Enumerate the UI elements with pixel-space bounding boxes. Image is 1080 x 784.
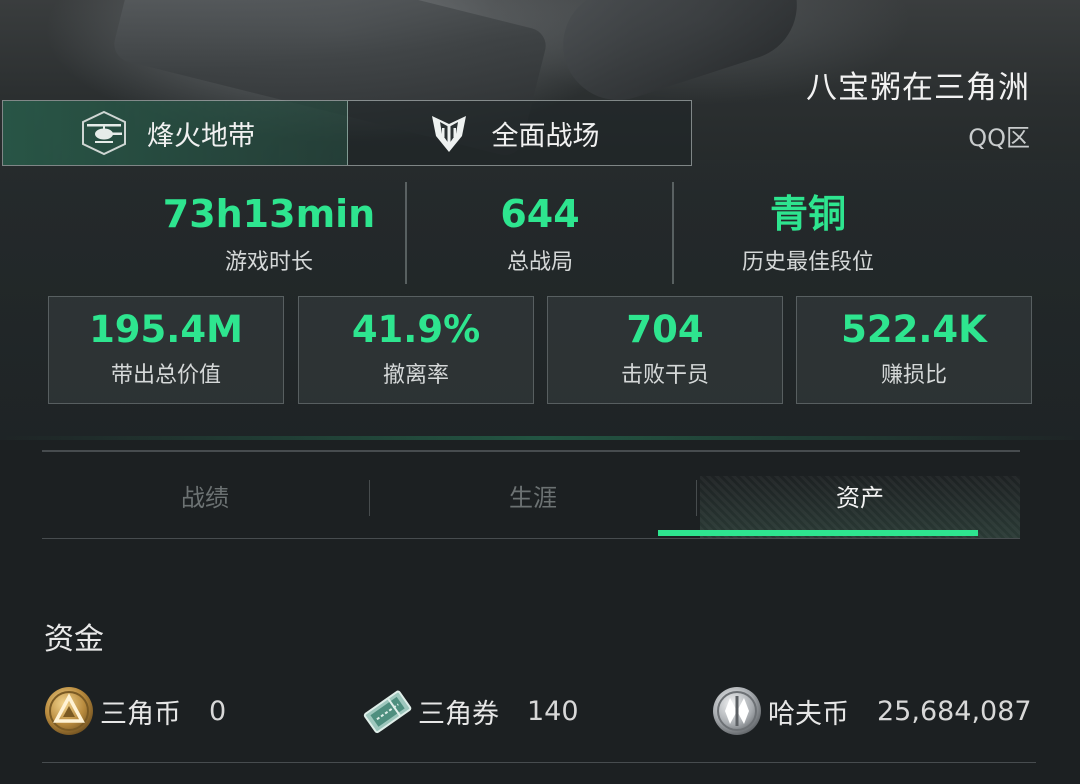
content-tabs: 战绩 生涯 资产: [42, 450, 1020, 540]
card-extract-rate: 41.9% 撤离率: [298, 296, 534, 404]
stat-label: 游戏时长: [224, 250, 313, 275]
currency-name: 三角券: [418, 698, 499, 730]
mode-tab-label: 全面战场: [491, 120, 600, 152]
funds-title: 资金: [44, 622, 104, 657]
card-label: 击败干员: [620, 363, 709, 388]
card-value: 195.4M: [89, 308, 243, 351]
stat-value: 73h13min: [162, 192, 376, 236]
stat-best-rank: 青铜 历史最佳段位: [688, 178, 928, 276]
card-label: 赚损比: [880, 363, 947, 388]
currency-value: 25,684,087: [877, 695, 1032, 727]
currency-haf-coin: 哈夫币 25,684,087: [710, 684, 1032, 738]
divider: [672, 182, 674, 284]
currency-value: 140: [527, 695, 579, 727]
card-value: 704: [626, 308, 704, 351]
shield-emblem-icon: [424, 110, 474, 156]
mode-tab-label: 烽火地带: [147, 120, 255, 152]
tabs-bottom-border: [42, 538, 1020, 539]
card-label: 撤离率: [382, 363, 449, 388]
operator-artwork: [548, 0, 812, 115]
stat-value: 644: [500, 192, 580, 236]
currency-triangle-coin: 三角币 0: [42, 684, 226, 738]
card-value: 522.4K: [841, 308, 987, 351]
active-tab-indicator: [658, 530, 978, 536]
currency-name: 哈夫币: [768, 698, 849, 730]
card-extract-value: 195.4M 带出总价值: [48, 296, 284, 404]
card-profit-ratio: 522.4K 赚损比: [796, 296, 1032, 404]
summary-stats: 73h13min 游戏时长 644 总战局 青铜 历史最佳段位: [0, 178, 1080, 286]
region-label: QQ区: [968, 124, 1030, 152]
tab-separator: [696, 480, 697, 516]
divider: [405, 182, 407, 284]
mode-tabs: 烽火地带 全面战场: [2, 100, 692, 166]
stat-label: 总战局: [506, 250, 573, 275]
stat-cards: 195.4M 带出总价值 41.9% 撤离率 704 击败干员 522.4K 赚…: [48, 296, 1034, 404]
mode-tab-fenghuo[interactable]: 烽火地带: [3, 101, 348, 165]
stat-label: 历史最佳段位: [741, 250, 874, 275]
stat-value: 青铜: [769, 192, 846, 236]
stat-total-matches: 644 总战局: [420, 178, 660, 276]
currency-name: 三角币: [100, 698, 181, 730]
tab-record[interactable]: 战绩: [42, 478, 368, 518]
stat-play-time: 73h13min 游戏时长: [144, 178, 394, 276]
currency-triangle-voucher: 三角券 140: [360, 684, 579, 738]
tab-assets[interactable]: 资产: [700, 476, 1020, 538]
helicopter-icon: [79, 110, 129, 156]
player-name: 八宝粥在三角洲: [806, 70, 1030, 106]
triangle-coin-icon: [42, 684, 96, 738]
card-value: 41.9%: [351, 308, 481, 351]
funds-bottom-border: [42, 762, 1036, 763]
card-label: 带出总价值: [110, 363, 221, 388]
mode-tab-quanmian[interactable]: 全面战场: [347, 101, 691, 165]
hero-divider: [0, 436, 1080, 440]
voucher-ticket-icon: [360, 684, 414, 738]
card-kills: 704 击败干员: [547, 296, 783, 404]
haf-coin-icon: [710, 684, 764, 738]
currency-value: 0: [209, 695, 227, 727]
tab-career[interactable]: 生涯: [370, 478, 696, 518]
